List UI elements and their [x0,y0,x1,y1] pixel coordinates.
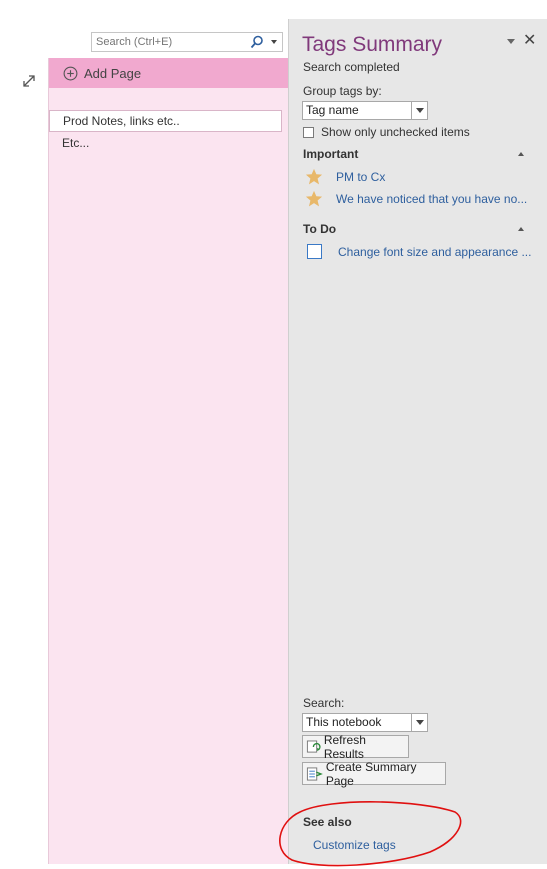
search-icon[interactable] [250,35,264,49]
collapse-icon[interactable] [518,152,524,156]
refresh-icon [306,740,321,753]
summary-page-icon [306,766,323,781]
create-summary-page-button[interactable]: Create Summary Page [302,759,446,788]
see-also-heading: See also [303,815,352,829]
search-scope-value: This notebook [306,715,382,729]
show-unchecked-checkbox[interactable] [303,126,314,138]
page-item[interactable]: Etc... [62,136,89,150]
add-circle-icon [63,66,78,80]
pane-options-icon[interactable] [507,39,515,44]
add-page-button[interactable]: Add Page [49,58,289,88]
tag-item-label: Change font size and appearance ... [338,244,532,259]
tags-summary-pane: Tags Summary ✕ Search completed Group ta… [288,19,547,864]
chevron-down-icon[interactable] [411,714,427,731]
chevron-down-icon[interactable] [411,102,427,119]
page-item[interactable]: Prod Notes, links etc.. [49,110,282,132]
search-scope-label: Search: [303,696,345,710]
pages-panel: Add Page Prod Notes, links etc.. Etc... [48,58,289,864]
search-scope-dropdown-icon[interactable] [271,40,277,44]
show-unchecked-label: Show only unchecked items [321,125,470,139]
section-heading-important[interactable]: Important [303,147,358,161]
expand-icon[interactable] [22,74,36,88]
search-box[interactable] [91,32,283,52]
todo-checkbox-icon[interactable] [307,244,322,259]
create-summary-page-label: Create Summary Page [325,759,417,788]
search-scope-select[interactable]: This notebook [302,713,428,732]
collapse-icon[interactable] [518,227,524,231]
tag-item-label: PM to Cx [336,170,386,184]
search-status: Search completed [303,60,400,74]
onenote-window: Add Page Prod Notes, links etc.. Etc... … [0,0,547,869]
star-icon [305,190,323,207]
add-page-label: Add Page [84,65,142,81]
tag-item[interactable]: Change font size and appearance ... [305,244,533,259]
close-icon[interactable]: ✕ [523,33,536,49]
refresh-results-button[interactable]: Refresh Results [302,732,409,761]
star-icon [305,168,323,185]
tag-item-label: We have noticed that you have no... [336,192,528,206]
tag-item[interactable]: PM to Cx [305,168,531,186]
tag-item[interactable]: We have noticed that you have no... [305,190,531,208]
group-by-select[interactable]: Tag name [302,101,428,120]
search-input[interactable] [96,36,246,48]
section-heading-todo[interactable]: To Do [303,222,336,236]
group-by-label: Group tags by: [303,84,382,98]
customize-tags-link[interactable]: Customize tags [313,838,396,852]
pane-title: Tags Summary [302,33,443,56]
refresh-results-label: Refresh Results [323,732,366,761]
show-unchecked-row[interactable]: Show only unchecked items [303,125,470,139]
group-by-value: Tag name [306,103,359,117]
